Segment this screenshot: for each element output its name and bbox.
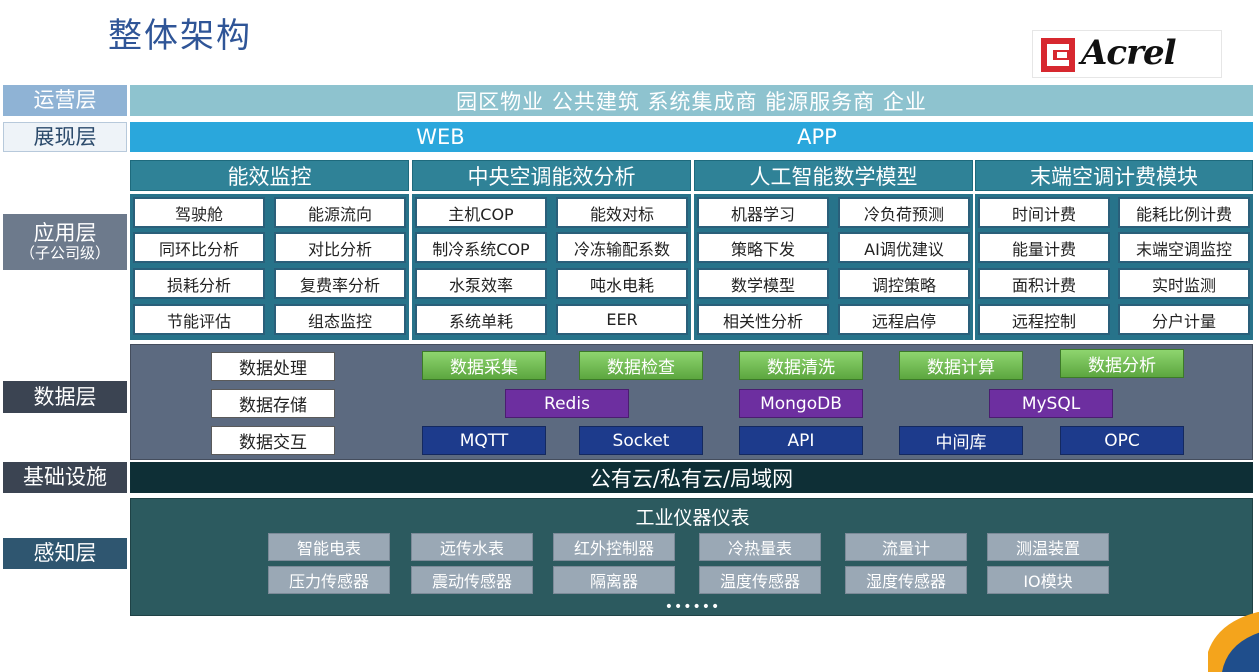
data-step-check: 数据检查 [579,351,703,380]
presentation-layer-bar: WEB APP [130,122,1253,152]
sensor-item: IO模块 [987,566,1109,594]
protocol-api: API [739,426,863,455]
app-item: 分户计量 [1118,304,1250,335]
app-item: 主机COP [415,197,547,228]
protocol-socket: Socket [579,426,703,455]
label-infra-layer: 基础设施 [3,462,127,493]
app-item: 制冷系统COP [415,232,547,263]
sensor-item: 隔离器 [553,566,675,594]
label-data-layer: 数据层 [3,381,127,413]
sensor-item: 温度传感器 [699,566,821,594]
presentation-app: APP [797,125,837,149]
app-item: 数学模型 [697,268,829,299]
data-box-exchange: 数据交互 [211,426,335,455]
app-item: AI调优建议 [838,232,970,263]
app-item: 吨水电耗 [556,268,688,299]
app-item: 末端空调监控 [1118,232,1250,263]
app-item: 机器学习 [697,197,829,228]
label-presentation-layer: 展现层 [3,122,127,152]
sensor-item: 流量计 [845,533,967,561]
category-energy-monitoring: 能效监控 [130,160,409,191]
app-item: EER [556,304,688,335]
decorative-corner-icon [1208,612,1259,672]
app-item: 损耗分析 [133,268,265,299]
acrel-logo: Acrel [1032,30,1222,78]
app-item: 面积计费 [978,268,1110,299]
sensor-item: 远传水表 [411,533,533,561]
data-box-processing: 数据处理 [211,352,335,381]
app-item: 节能评估 [133,304,265,335]
app-item: 能效对标 [556,197,688,228]
data-step-clean: 数据清洗 [739,351,863,380]
application-layer-title: 应用层 [33,221,97,246]
app-item: 冷冻输配系数 [556,232,688,263]
sensor-item: 湿度传感器 [845,566,967,594]
sensor-item: 震动传感器 [411,566,533,594]
protocol-opc: OPC [1060,426,1184,455]
db-mysql: MySQL [989,389,1113,418]
label-sensing-layer: 感知层 [3,538,127,569]
protocol-middle-db: 中间库 [899,426,1023,455]
more-dots: •••••• [664,599,721,615]
category-ai-models: 人工智能数学模型 [694,160,973,191]
sensor-item: 冷热量表 [699,533,821,561]
app-item: 驾驶舱 [133,197,265,228]
app-item: 对比分析 [274,232,406,263]
app-item: 远程控制 [978,304,1110,335]
db-redis: Redis [505,389,629,418]
logo-text: Acrel [1081,33,1177,73]
app-item: 复费率分析 [274,268,406,299]
app-item: 能量计费 [978,232,1110,263]
app-item: 时间计费 [978,197,1110,228]
app-item: 实时监测 [1118,268,1250,299]
presentation-web: WEB [416,125,465,149]
label-ops-layer: 运营层 [3,85,127,116]
sensing-layer-panel: 工业仪器仪表 智能电表 远传水表 红外控制器 冷热量表 流量计 测温装置 压力传… [130,498,1253,616]
infra-layer-bar: 公有云/私有云/局域网 [130,462,1253,493]
ops-layer-bar: 园区物业 公共建筑 系统集成商 能源服务商 企业 [130,85,1253,116]
application-layer-subtitle: （子公司级） [19,244,110,263]
app-item: 调控策略 [838,268,970,299]
app-item: 水泵效率 [415,268,547,299]
db-mongodb: MongoDB [739,389,863,418]
logo-mark-icon [1041,38,1075,72]
data-step-compute: 数据计算 [899,351,1023,380]
app-item: 远程启停 [838,304,970,335]
category-central-ac-analysis: 中央空调能效分析 [412,160,691,191]
app-item: 冷负荷预测 [838,197,970,228]
sensor-item: 测温装置 [987,533,1109,561]
data-box-storage: 数据存储 [211,389,335,418]
protocol-mqtt: MQTT [422,426,546,455]
app-item: 同环比分析 [133,232,265,263]
page-title: 整体架构 [108,16,252,56]
sensor-item: 智能电表 [268,533,390,561]
category-terminal-ac-billing: 末端空调计费模块 [975,160,1253,191]
app-item: 能源流向 [274,197,406,228]
data-step-analyze: 数据分析 [1060,349,1184,378]
label-application-layer: 应用层 （子公司级） [3,214,127,270]
app-item: 能耗比例计费 [1118,197,1250,228]
data-step-collect: 数据采集 [422,351,546,380]
app-item: 策略下发 [697,232,829,263]
sensor-item: 压力传感器 [268,566,390,594]
data-layer-panel: 数据处理 数据存储 数据交互 数据采集 数据检查 数据清洗 数据计算 数据分析 … [130,344,1253,460]
app-item: 系统单耗 [415,304,547,335]
sensor-item: 红外控制器 [553,533,675,561]
app-item: 相关性分析 [697,304,829,335]
app-item: 组态监控 [274,304,406,335]
sensing-title: 工业仪器仪表 [635,507,750,529]
